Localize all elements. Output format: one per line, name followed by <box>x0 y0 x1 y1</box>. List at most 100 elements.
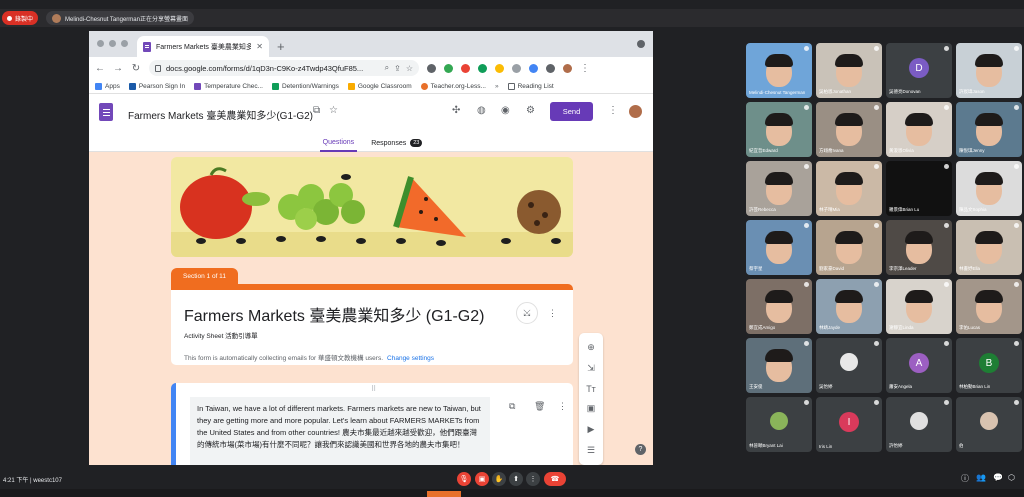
bookmark-teacher-org[interactable]: Teacher.org-Less... <box>420 82 486 90</box>
extension-blue-icon[interactable] <box>529 63 538 73</box>
add-question-icon[interactable]: ⊕ <box>587 342 595 353</box>
participant-tile[interactable]: 鄭宜成Amigo <box>746 279 812 334</box>
participant-tile[interactable]: 林靖Jayde <box>816 279 882 334</box>
end-call-button[interactable]: ☎ <box>544 472 566 486</box>
forms-doc-icon[interactable] <box>99 103 113 121</box>
forward-icon[interactable]: → <box>113 63 123 74</box>
bookmark-pearson[interactable]: Pearson Sign In <box>128 82 185 90</box>
extension-grid-icon[interactable] <box>427 63 436 73</box>
reading-list[interactable]: Reading List <box>507 82 554 90</box>
participant-tile[interactable]: 吳柏恩Jonathan <box>816 43 882 98</box>
send-button[interactable]: Send <box>550 102 593 121</box>
meeting-info-icon[interactable]: ⓘ <box>961 473 969 484</box>
bookmark-apps[interactable]: Apps <box>95 82 120 90</box>
more-options-icon[interactable]: ⋮ <box>608 105 618 116</box>
back-icon[interactable]: ← <box>95 63 105 74</box>
bookmark-star-icon[interactable]: ☆ <box>406 64 413 73</box>
participant-tile[interactable]: 李佑Lucas <box>956 279 1022 334</box>
participant-tile[interactable]: 陳品文Sophia <box>956 161 1022 216</box>
duplicate-icon[interactable]: ⧉ <box>509 401 515 412</box>
add-video-icon[interactable]: ▶ <box>588 424 595 435</box>
browser-tab[interactable]: Farmers Markets 臺美農業知多少 ✕ <box>137 36 269 57</box>
participant-tile[interactable]: 劉家豪David <box>816 220 882 275</box>
participant-tile[interactable]: 李宗澤Leader <box>886 220 952 275</box>
add-image-icon[interactable]: ▣ <box>587 403 596 414</box>
help-icon[interactable]: ? <box>635 444 646 455</box>
change-settings-link[interactable]: Change settings <box>387 355 434 362</box>
participant-tile[interactable]: 許宸瑋Jason <box>956 43 1022 98</box>
maximize-window-icon[interactable] <box>121 40 128 47</box>
present-screen-icon[interactable]: ⬆ <box>509 472 523 486</box>
text-item-card[interactable]: ⠿ In Taiwan, we have a lot of different … <box>171 383 573 465</box>
extensions-puzzle-icon[interactable] <box>546 63 555 73</box>
tab-questions[interactable]: Questions <box>319 134 358 152</box>
people-icon[interactable]: 👥 <box>976 473 986 482</box>
participant-tile[interactable]: Melindi-Chesnut Tangerman <box>746 43 812 98</box>
extension-sheets-icon[interactable] <box>478 63 487 73</box>
star-icon[interactable]: ☆ <box>329 105 338 116</box>
participant-tile[interactable]: 蔡宇星 <box>746 220 812 275</box>
browser-more-icon[interactable]: ⋮ <box>580 63 590 74</box>
participant-tile[interactable]: A 蕭安Angela <box>886 338 952 393</box>
mic-off-icon[interactable]: 🎙 <box>457 472 471 486</box>
bookmark-classroom[interactable]: Google Classroom <box>347 82 412 90</box>
section-more-icon[interactable]: ⋮ <box>548 308 557 319</box>
bookmark-temperature[interactable]: Temperature Chec... <box>194 82 263 90</box>
share-icon[interactable]: ⇪ <box>394 64 401 73</box>
participant-tile[interactable]: B 林柏勳Brian Lin <box>956 338 1022 393</box>
text-item-body[interactable]: In Taiwan, we have a lot of different ma… <box>190 397 490 465</box>
more-options-icon[interactable]: ⋮ <box>526 472 540 486</box>
new-tab-icon[interactable]: + <box>277 39 285 54</box>
camera-off-icon[interactable]: ▣ <box>475 472 489 486</box>
collapse-section-icon[interactable]: ⤩ <box>516 302 538 324</box>
form-description[interactable]: Activity Sheet 活動引導單 <box>184 330 258 340</box>
close-window-icon[interactable] <box>97 40 104 47</box>
drag-handle-icon[interactable]: ⠿ <box>371 385 376 393</box>
participant-tile[interactable]: 林晉頤Bryant Lai <box>746 397 812 452</box>
extension-yellow-icon[interactable] <box>495 63 504 73</box>
document-title[interactable]: Farmers Markets 臺美農業知多少(G1-G2) <box>128 107 313 122</box>
item-more-icon[interactable]: ⋮ <box>558 401 567 412</box>
reload-icon[interactable]: ↻ <box>131 63 141 74</box>
activities-icon[interactable]: ⬡ <box>1008 473 1015 482</box>
participant-tile[interactable]: 吳怡婷 <box>816 338 882 393</box>
profile-avatar-icon[interactable] <box>563 63 572 73</box>
minimize-window-icon[interactable] <box>109 40 116 47</box>
participant-tile[interactable]: I Iris Lin <box>816 397 882 452</box>
extension-gray-icon[interactable] <box>512 63 521 73</box>
participant-tile[interactable]: 黃浚恩Olivia <box>886 102 952 157</box>
add-title-icon[interactable]: Tт <box>586 384 596 394</box>
participant-tile[interactable]: D 吳德亮Donovan <box>886 43 952 98</box>
participant-tile[interactable]: 許芸Rebecca <box>746 161 812 216</box>
settings-gear-icon[interactable]: ⚙ <box>526 105 535 116</box>
presenter-chip[interactable]: Melindi-Chesnut Tangerman正在分享螢幕畫面 <box>46 11 194 25</box>
extension-green-icon[interactable] <box>444 63 453 73</box>
add-section-icon[interactable]: ☰ <box>587 445 595 456</box>
tab-close-icon[interactable]: ✕ <box>256 42 263 51</box>
user-avatar[interactable] <box>628 104 643 119</box>
extension-red-icon[interactable] <box>461 63 470 73</box>
form-title-card[interactable]: Farmers Markets 臺美農業知多少 (G1-G2) ⤩ ⋮ Acti… <box>171 284 573 365</box>
import-questions-icon[interactable]: ⇲ <box>587 363 595 374</box>
form-title[interactable]: Farmers Markets 臺美農業知多少 (G1-G2) <box>184 302 484 326</box>
addons-icon[interactable]: ✣ <box>452 105 460 116</box>
move-to-folder-icon[interactable]: ⧉ <box>313 105 320 116</box>
more-bookmarks-icon[interactable]: » <box>495 83 499 90</box>
participant-tile[interactable]: 謝靜宜Linda <box>886 279 952 334</box>
tab-responses[interactable]: Responses 23 <box>371 134 423 152</box>
participant-tile[interactable]: 許怡婷 <box>886 397 952 452</box>
participant-tile[interactable]: 林書妤Ella <box>956 220 1022 275</box>
participant-tile[interactable]: 林子晴Mia <box>816 161 882 216</box>
participant-tile[interactable]: 伯 <box>956 397 1022 452</box>
participant-tile[interactable]: 紀宜哲Edward <box>746 102 812 157</box>
participant-tile[interactable]: 方翊喬Ivana <box>816 102 882 157</box>
participant-tile[interactable]: 陳悅琪Jenny <box>956 102 1022 157</box>
bookmark-detention[interactable]: Detention/Warnings <box>271 82 339 90</box>
browser-menu-icon[interactable] <box>637 40 645 48</box>
participant-tile[interactable]: 羅景偉Brian Lu <box>886 161 952 216</box>
delete-icon[interactable]: 🗑 <box>534 401 545 412</box>
preview-eye-icon[interactable]: ◉ <box>501 105 510 116</box>
palette-icon[interactable]: ◍ <box>477 105 486 116</box>
raise-hand-icon[interactable]: ✋ <box>492 472 506 486</box>
zoom-icon[interactable]: ⌕ <box>385 63 389 73</box>
